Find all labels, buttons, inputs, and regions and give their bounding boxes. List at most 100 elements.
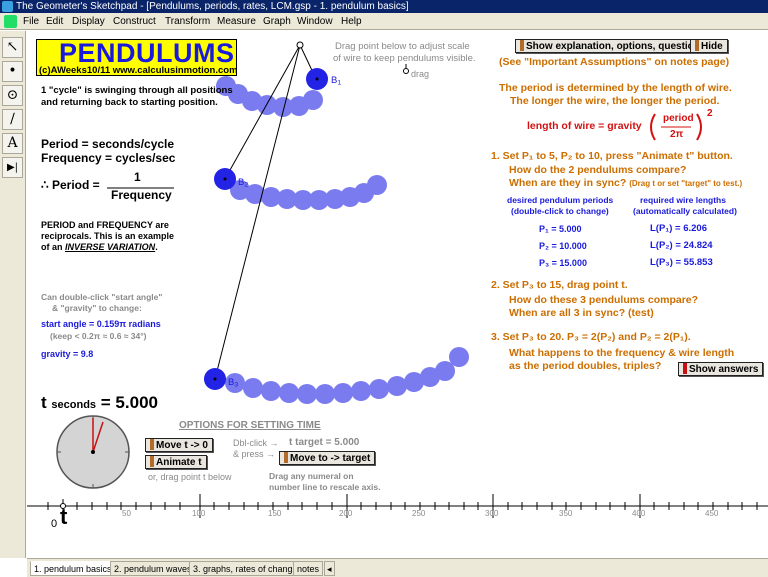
drag-label: drag [411,69,430,79]
tab-pendulum-basics[interactable]: 1. pendulum basics [30,561,116,576]
start-angle-keep: (keep < 0.2π ≈ 0.6 ≈ 34°) [50,331,147,341]
show-answers-button[interactable]: Show answers [678,362,764,376]
formula-exponent: 2 [707,108,713,119]
bob-label-2: B2 [238,177,249,189]
cycle-line-1: 1 "cycle" is swinging through all positi… [41,85,233,96]
period-p3[interactable]: P₃ = 15.000 [539,258,587,268]
custom-tool[interactable]: ▶| [2,157,23,178]
bob-label-3: B3 [228,377,239,389]
drag-t-hint: or, drag point t below [148,472,232,482]
inverse-variation-term: INVERSE VARIATION [65,242,156,252]
menu-display[interactable]: Display [72,13,105,30]
gravity-value[interactable]: gravity = 9.8 [41,349,93,359]
menu-construct[interactable]: Construct [113,13,156,30]
question-3-line-1: 3. Set P₃ to 20. P₃ = 2(P₂) and P₂ = 2(P… [491,331,691,343]
bob-label-1: B1 [331,75,342,87]
assumptions-note: (See "Important Assumptions" on notes pa… [499,56,730,68]
menu-help[interactable]: Help [341,13,362,30]
period-p1[interactable]: P₁ = 5.000 [539,224,582,234]
text-tool[interactable]: A [2,133,23,154]
menu-transform[interactable]: Transform [165,13,210,30]
question-3-line-2: What happens to the frequency & wire len… [509,347,735,359]
arrow-tool-icon: ↖ [6,39,19,55]
hide-button[interactable]: Hide [690,39,728,53]
menu-bar: File Edit Display Construct Transform Me… [0,13,768,30]
t-target-value[interactable]: t target = 5.000 [289,437,359,448]
document-icon[interactable] [4,15,17,28]
move-t-zero-button[interactable]: Move t -> 0 [145,438,213,452]
tick-label-200[interactable]: 200 [339,509,352,518]
tab-pendulum-waves[interactable]: 2. pendulum waves [110,561,196,576]
pendulum-trail-2 [230,175,387,210]
straightedge-tool-icon: ∕ [10,111,15,127]
length-p1: L(P₁) = 6.206 [650,223,707,234]
period-formula-lhs: ∴ Period = [41,178,100,192]
tick-label-300[interactable]: 300 [485,509,498,518]
periods-header-2: (double-click to change) [511,206,609,216]
tab-scroll-left[interactable]: ◂ [324,561,335,576]
question-1-line-3: When are they in sync? (Drag t or set "t… [509,177,743,189]
period-p2[interactable]: P₂ = 10.000 [539,241,587,251]
fraction-denominator: Frequency [111,188,172,202]
tick-label-100[interactable]: 100 [192,509,205,518]
text-tool-icon: A [7,135,18,151]
tick-label-400[interactable]: 400 [632,509,645,518]
drag-hint-2: of wire to keep pendulums visible. [333,53,476,64]
question-2-line-2: How do these 3 pendulums compare? [509,294,699,306]
sketchpad-window: The Geometer's Sketchpad - [Pendulums, p… [0,0,768,577]
tab-graphs-rates[interactable]: 3. graphs, rates of change [189,561,302,576]
tick-label-450[interactable]: 450 [705,509,718,518]
reciprocal-line-1: PERIOD and FREQUENCY are [41,220,169,230]
numberline-zero[interactable]: 0 [51,518,57,530]
tab-notes[interactable]: notes [293,561,324,576]
question-3-line-3: as the period doubles, triples? [509,360,662,372]
title-bar: The Geometer's Sketchpad - [Pendulums, p… [0,0,768,13]
compass-tool[interactable]: ⊙ [2,85,23,106]
dblclick-label: Dbl-click → [233,438,279,448]
start-angle-value[interactable]: start angle = 0.159π radians [41,319,161,329]
number-line[interactable] [27,494,768,518]
menu-measure[interactable]: Measure [217,13,256,30]
arrow-tool[interactable]: ↖ [2,37,23,58]
sketch-canvas[interactable]: PENDULUMS (c)AWeeks10/11 www.calculusinm… [27,31,768,558]
tick-label-150[interactable]: 150 [268,509,281,518]
period-statement-1: The period is determined by the length o… [499,82,732,94]
animate-t-button[interactable]: Animate t [145,455,207,469]
question-2-line-3: When are all 3 in sync? (test) [509,307,654,319]
menu-window[interactable]: Window [297,13,333,30]
show-explanation-button[interactable]: Show explanation, options, questions [515,39,711,53]
point-tool-icon: • [8,63,17,79]
reciprocal-line-3: of an INVERSE VARIATION. [41,242,158,252]
tick-label-350[interactable]: 350 [559,509,572,518]
question-2-line-1: 2. Set P₃ to 15, drag point t. [491,279,628,291]
menu-edit[interactable]: Edit [46,13,63,30]
toolbox: ↖ • ⊙ ∕ A ▶| [0,31,26,558]
point-tool[interactable]: • [2,61,23,82]
straightedge-tool[interactable]: ∕ [2,109,23,130]
time-readout: t seconds = 5.000 [41,393,158,412]
length-p3: L(P₃) = 55.853 [650,257,713,268]
length-p2: L(P₂) = 24.824 [650,240,713,251]
drag-hint-1: Drag point below to adjust scale [335,41,470,52]
window-title: The Geometer's Sketchpad - [Pendulums, p… [16,1,409,12]
menu-file[interactable]: File [23,13,39,30]
numeral-hint-1: Drag any numeral on [269,471,354,481]
pivot-point[interactable] [296,41,304,49]
param-hint-2: & "gravity" to change: [52,303,142,313]
reciprocal-line-2: reciprocals. This is an example [41,231,175,241]
menu-graph[interactable]: Graph [263,13,291,30]
tick-label-250[interactable]: 250 [412,509,425,518]
question-1-line-2: How do the 2 pendulums compare? [509,164,687,176]
formula-numerator: period [663,113,694,124]
t-point-label: t [60,504,68,529]
move-to-target-button[interactable]: Move to -> target [279,451,376,465]
lengths-header-2: (automatically calculated) [633,206,737,216]
fraction-numerator: 1 [134,170,141,184]
pendulum-trail-3 [225,347,469,404]
scale-drag-point[interactable] [403,68,409,74]
numeral-hint-2: number line to rescale axis. [269,482,381,492]
param-hint-1: Can double-click "start angle" [41,292,163,302]
tick-label-50[interactable]: 50 [122,509,131,518]
periods-header-1: desired pendulum periods [507,195,614,205]
compass-tool-icon: ⊙ [6,87,19,103]
